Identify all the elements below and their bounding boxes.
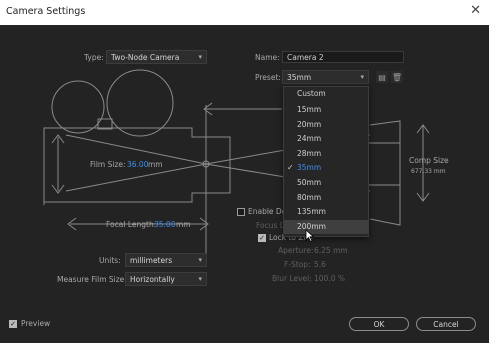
option-label: 80mm xyxy=(297,192,322,202)
preset-option-24mm[interactable]: 24mm xyxy=(284,132,368,147)
chevron-down-icon: ▾ xyxy=(198,256,202,264)
option-label: Custom xyxy=(297,89,326,98)
units-label: Units: xyxy=(99,256,121,265)
cancel-button[interactable]: Cancel xyxy=(416,317,476,331)
checkmark-icon: ✓ xyxy=(287,163,294,173)
blur-level-label: Blur Level: xyxy=(272,274,312,283)
enable-dof-checkbox[interactable] xyxy=(237,208,245,216)
save-preset-icon[interactable]: ▤ xyxy=(376,71,388,83)
camera-reel-right-icon xyxy=(106,69,174,137)
preview-checkbox[interactable]: ✓ xyxy=(9,320,17,328)
film-size-unit: mm xyxy=(148,160,163,169)
ok-button[interactable]: OK xyxy=(349,317,409,331)
type-label: Type: xyxy=(84,53,104,62)
type-select[interactable]: Two-Node Camera ▾ xyxy=(106,50,207,64)
preset-select[interactable]: 35mm ▾ xyxy=(282,70,369,84)
comp-size-value: 677.33 mm xyxy=(411,168,446,175)
preset-option-135mm[interactable]: 135mm xyxy=(284,205,368,220)
aperture-label: Aperture: xyxy=(278,246,314,255)
mouse-cursor-icon xyxy=(305,229,315,242)
camera-reel-left-icon xyxy=(51,80,105,134)
fstop-value: 5.6 xyxy=(314,260,326,269)
preset-option-35mm[interactable]: ✓ 35mm xyxy=(284,161,368,176)
preset-value: 35mm xyxy=(287,73,312,82)
focal-length-value[interactable]: 35.00 xyxy=(154,220,175,229)
preset-option-50mm[interactable]: 50mm xyxy=(284,176,368,191)
preset-option-80mm[interactable]: 80mm xyxy=(284,191,368,206)
dialog-body: Type: Two-Node Camera ▾ Name: Camera 2 P… xyxy=(0,25,489,343)
preset-option-200mm[interactable]: 200mm xyxy=(284,219,368,235)
focal-length-label: Focal Length: xyxy=(106,220,157,229)
preset-option-custom[interactable]: Custom xyxy=(284,87,368,102)
option-label: 15mm xyxy=(297,105,322,114)
option-label: 28mm xyxy=(297,148,322,158)
close-icon[interactable]: ✕ xyxy=(470,4,481,18)
blur-level-value: 100.0 % xyxy=(314,274,345,283)
measure-film-select[interactable]: Horizontally ▾ xyxy=(125,272,207,286)
option-label: 50mm xyxy=(297,178,322,187)
units-value: millimeters xyxy=(130,256,173,265)
window-title: Camera Settings xyxy=(6,6,86,17)
preset-option-20mm[interactable]: 20mm xyxy=(284,118,368,133)
measure-film-value: Horizontally xyxy=(130,275,175,284)
option-label: 20mm xyxy=(297,119,322,129)
option-label: 135mm xyxy=(297,207,326,217)
units-select[interactable]: millimeters ▾ xyxy=(125,253,207,267)
trash-icon[interactable]: 🗑 xyxy=(391,71,403,83)
preview-label: Preview xyxy=(21,319,51,328)
enable-dof-label: Enable De xyxy=(248,207,287,216)
preset-option-28mm[interactable]: 28mm xyxy=(284,147,368,162)
fstop-label: F-Stop: xyxy=(284,260,311,269)
focus-distance-label: Focus D xyxy=(256,221,286,230)
film-size-value[interactable]: 36.00 xyxy=(127,160,148,169)
film-size-label: Film Size: xyxy=(90,160,126,169)
focal-length-unit: mm xyxy=(176,220,191,229)
chevron-down-icon: ▾ xyxy=(198,275,202,283)
lock-zoom-checkbox[interactable]: ✓ xyxy=(258,234,266,242)
type-value: Two-Node Camera xyxy=(111,53,180,62)
preset-dropdown-menu: Custom 15mm 20mm 24mm 28mm ✓ 35mm 50mm 8… xyxy=(283,86,369,237)
camera-diagram xyxy=(43,69,430,255)
name-value: Camera 2 xyxy=(287,53,324,62)
option-label: 35mm xyxy=(297,163,322,173)
name-field[interactable]: Camera 2 xyxy=(282,51,404,63)
aperture-value: 6.25 mm xyxy=(314,246,348,255)
measure-film-label: Measure Film Size: xyxy=(57,275,127,284)
preset-label: Preset: xyxy=(255,73,281,82)
title-bar: Camera Settings ✕ xyxy=(0,0,489,26)
option-label: 24mm xyxy=(297,134,322,144)
name-label: Name: xyxy=(255,53,280,62)
comp-size-label: Comp Size xyxy=(409,156,449,165)
chevron-down-icon: ▾ xyxy=(360,73,364,81)
chevron-down-icon: ▾ xyxy=(198,53,202,61)
preset-option-15mm[interactable]: 15mm xyxy=(284,103,368,118)
